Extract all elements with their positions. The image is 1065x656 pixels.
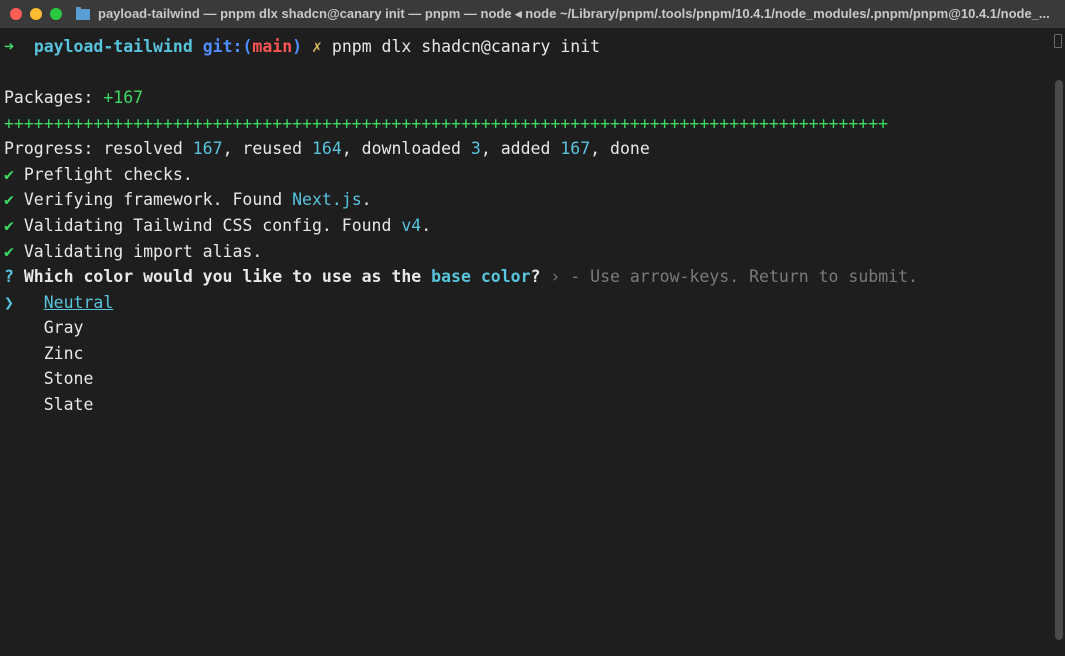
- option-neutral[interactable]: Neutral: [44, 293, 114, 312]
- packages-count: +167: [103, 88, 143, 107]
- progress-added: 167: [560, 139, 590, 158]
- progress-prefix: Progress: resolved: [4, 139, 193, 158]
- question-icon: ?: [4, 267, 14, 286]
- option-gray[interactable]: Gray: [44, 318, 84, 337]
- base-color-text: base color: [431, 267, 530, 286]
- progress-added-label: , added: [481, 139, 560, 158]
- check-framework: ✔ Verifying framework. Found Next.js.: [4, 187, 1061, 213]
- maximize-icon[interactable]: [50, 8, 62, 20]
- check-preflight: ✔ Preflight checks.: [4, 162, 1061, 188]
- dirty-icon: ✗: [312, 37, 322, 56]
- terminal-body[interactable]: ➜ payload-tailwind git:(main) ✗ pnpm dlx…: [0, 28, 1065, 656]
- check-framework-text: Verifying framework. Found: [14, 190, 292, 209]
- folder-icon: [76, 9, 90, 20]
- selector-arrow-icon: ❯: [4, 293, 14, 312]
- scrollbar-thumb[interactable]: [1055, 80, 1063, 640]
- option-line[interactable]: Stone: [4, 366, 1061, 392]
- prompt-line: ➜ payload-tailwind git:(main) ✗ pnpm dlx…: [4, 34, 1061, 60]
- option-line[interactable]: Gray: [4, 315, 1061, 341]
- tailwind-version: v4: [401, 216, 421, 235]
- question-qmark: ?: [531, 267, 541, 286]
- hint-dash: -: [570, 267, 590, 286]
- progress-line: Progress: resolved 167, reused 164, down…: [4, 136, 1061, 162]
- command-text: pnpm dlx shadcn@canary init: [332, 37, 600, 56]
- hint-arrow: ›: [540, 267, 570, 286]
- window-title: payload-tailwind — pnpm dlx shadcn@canar…: [98, 4, 1055, 24]
- option-selected-line[interactable]: ❯ Neutral: [4, 290, 1061, 316]
- check-import-alias: ✔ Validating import alias.: [4, 239, 1061, 265]
- prompt-arrow-icon: ➜: [4, 37, 14, 56]
- period: .: [362, 190, 372, 209]
- progress-reused-label: , reused: [223, 139, 312, 158]
- progress-resolved: 167: [193, 139, 223, 158]
- traffic-lights: [10, 8, 62, 20]
- check-icon: ✔: [4, 190, 14, 209]
- cwd-name: payload-tailwind: [34, 37, 193, 56]
- check-icon: ✔: [4, 242, 14, 261]
- option-slate[interactable]: Slate: [44, 395, 94, 414]
- check-tailwind: ✔ Validating Tailwind CSS config. Found …: [4, 213, 1061, 239]
- option-line[interactable]: Zinc: [4, 341, 1061, 367]
- option-zinc[interactable]: Zinc: [44, 344, 84, 363]
- packages-label: Packages:: [4, 88, 103, 107]
- git-paren-open: (: [242, 37, 252, 56]
- question-text: Which color would you like to use as the: [14, 267, 431, 286]
- check-icon: ✔: [4, 165, 14, 184]
- progress-reused: 164: [312, 139, 342, 158]
- check-icon: ✔: [4, 216, 14, 235]
- git-paren-close: ): [292, 37, 302, 56]
- option-stone[interactable]: Stone: [44, 369, 94, 388]
- blank-line: [4, 60, 1061, 86]
- prompt-question-line: ? Which color would you like to use as t…: [4, 264, 1061, 290]
- check-import-alias-text: Validating import alias.: [14, 242, 262, 261]
- git-label: git:: [203, 37, 243, 56]
- framework-name: Next.js: [292, 190, 362, 209]
- progress-bar-row: ++++++++++++++++++++++++++++++++++++++++…: [4, 111, 1061, 137]
- titlebar[interactable]: payload-tailwind — pnpm dlx shadcn@canar…: [0, 0, 1065, 28]
- check-preflight-text: Preflight checks.: [14, 165, 193, 184]
- progress-downloaded-label: , downloaded: [342, 139, 471, 158]
- minimize-icon[interactable]: [30, 8, 42, 20]
- hint-text: Use arrow-keys. Return to submit.: [590, 267, 918, 286]
- close-icon[interactable]: [10, 8, 22, 20]
- scrollbar-track[interactable]: [1055, 30, 1063, 654]
- check-tailwind-text: Validating Tailwind CSS config. Found: [14, 216, 401, 235]
- git-branch: main: [252, 37, 292, 56]
- progress-done: , done: [590, 139, 650, 158]
- packages-line: Packages: +167: [4, 85, 1061, 111]
- period: .: [421, 216, 431, 235]
- option-line[interactable]: Slate: [4, 392, 1061, 418]
- progress-downloaded: 3: [471, 139, 481, 158]
